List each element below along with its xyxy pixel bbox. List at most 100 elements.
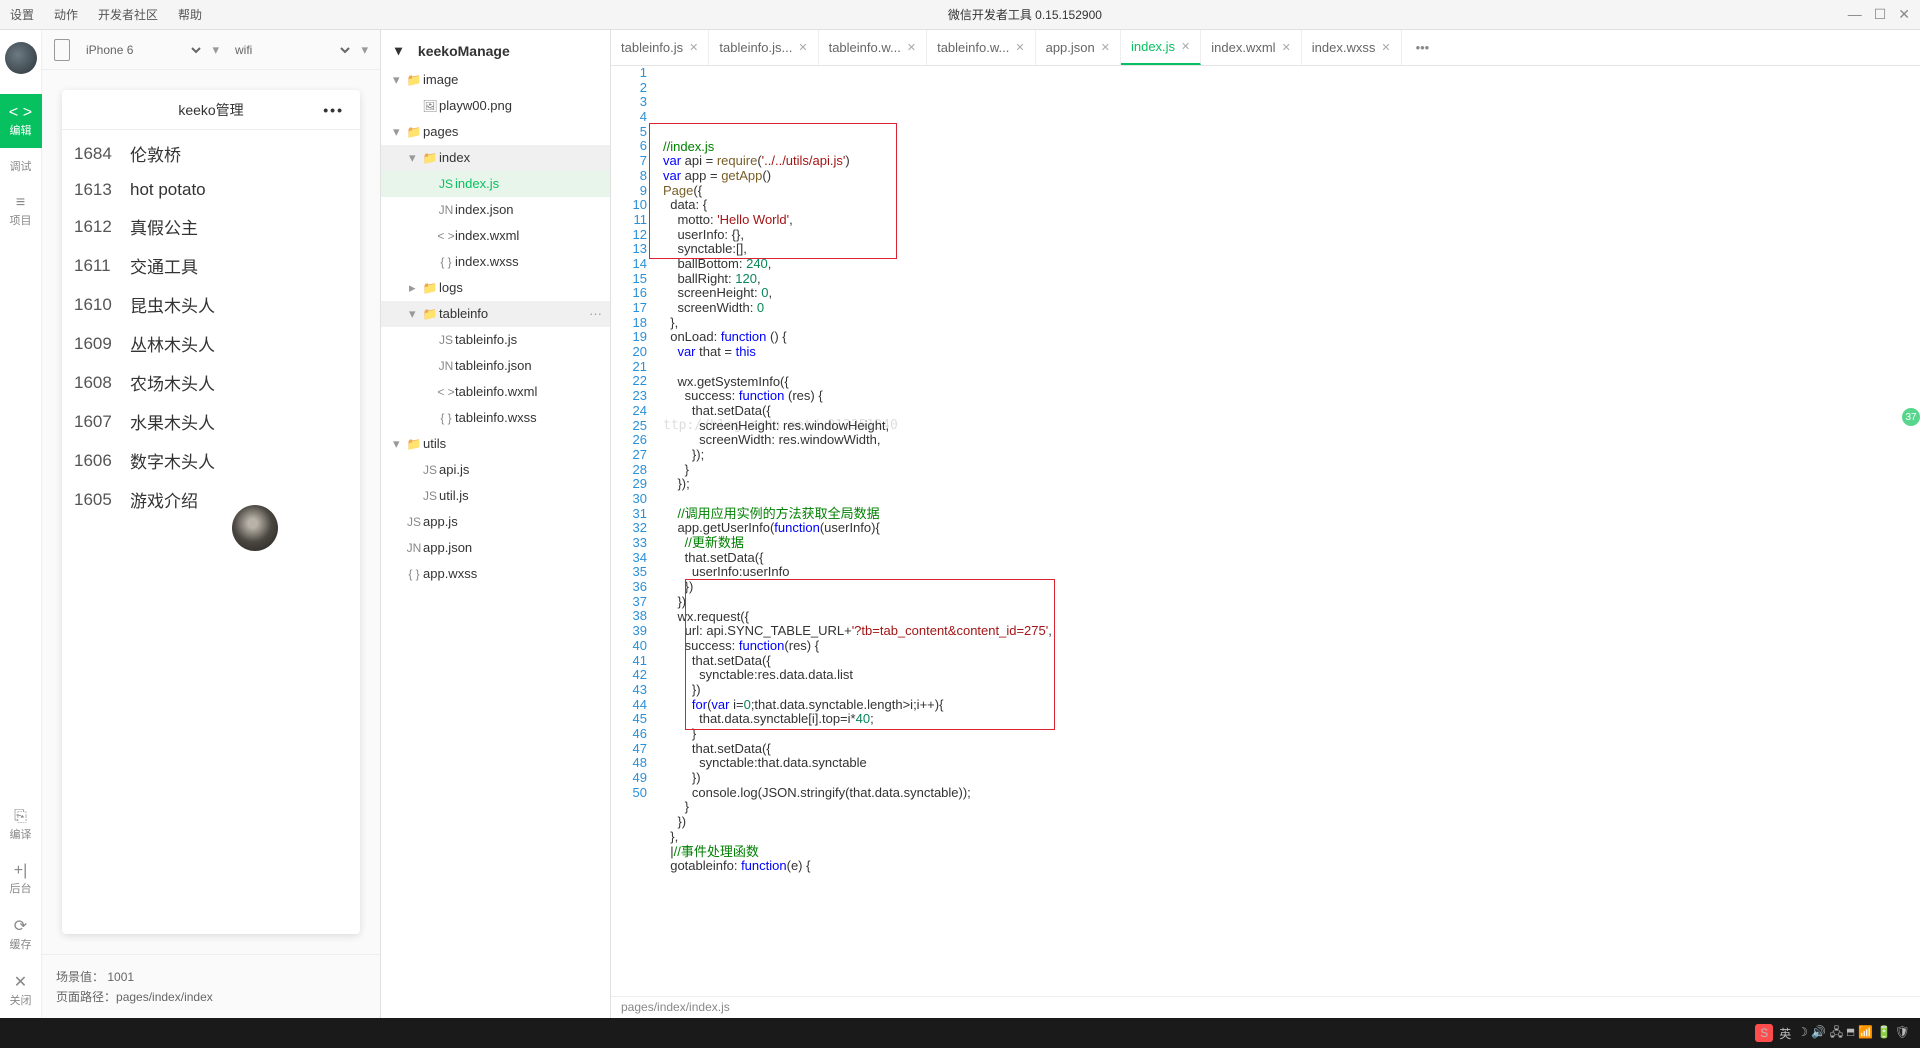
tree-node-pages[interactable]: ▾📁pages: [381, 119, 610, 145]
device-icon: [54, 39, 70, 61]
tree-node-logs[interactable]: ▸📁logs: [381, 275, 610, 301]
tree-node-api.js[interactable]: JSapi.js: [381, 457, 610, 483]
activity-调试[interactable]: 调试: [0, 148, 42, 184]
network-select[interactable]: wifi: [227, 38, 353, 62]
tree-node-app.js[interactable]: JSapp.js: [381, 509, 610, 535]
list-item[interactable]: 1613hot potato: [70, 173, 352, 207]
maximize-button[interactable]: ☐: [1874, 6, 1887, 23]
menu-bar: 设置 动作 开发者社区 帮助: [10, 6, 202, 23]
menu-item[interactable]: 动作: [54, 6, 78, 23]
menu-item[interactable]: 开发者社区: [98, 6, 158, 23]
route-value: pages/index/index: [116, 990, 213, 1004]
sim-list[interactable]: 1684伦敦桥1613hot potato1612真假公主1611交通工具161…: [62, 130, 360, 523]
tree-node-utils[interactable]: ▾📁utils: [381, 431, 610, 457]
scene-label: 场景值：: [56, 970, 104, 984]
activity-关闭[interactable]: ✕关闭: [0, 962, 42, 1018]
more-icon[interactable]: •••: [323, 102, 344, 118]
chevron-down-icon[interactable]: ▾: [395, 42, 402, 59]
close-button[interactable]: ✕: [1898, 6, 1910, 23]
tab-index.wxss[interactable]: index.wxss✕: [1302, 30, 1402, 65]
project-name: keekoManage: [418, 43, 510, 59]
activity-bar: < >编辑调试≡项目 ⎘编译+|后台⟳缓存✕关闭: [0, 30, 42, 1018]
menu-item[interactable]: 设置: [10, 6, 34, 23]
code-editor[interactable]: 1234567891011121314151617181920212223242…: [611, 66, 1920, 996]
tree-node-index.wxss[interactable]: { }index.wxss: [381, 249, 610, 275]
list-item[interactable]: 1612真假公主: [70, 207, 352, 246]
menu-item[interactable]: 帮助: [178, 6, 202, 23]
tab-app.json[interactable]: app.json✕: [1036, 30, 1121, 65]
close-icon[interactable]: ✕: [1181, 40, 1190, 53]
tree-node-app.wxss[interactable]: { }app.wxss: [381, 561, 610, 587]
tree-node-index.json[interactable]: JNindex.json: [381, 197, 610, 223]
window-title: 微信开发者工具 0.15.152900: [202, 6, 1848, 23]
tab-index.wxml[interactable]: index.wxml✕: [1201, 30, 1302, 65]
activity-编辑[interactable]: < >编辑: [0, 94, 42, 148]
sim-avatar-image: [232, 505, 278, 551]
chevron-down-icon: ▾: [212, 42, 219, 58]
title-bar: 设置 动作 开发者社区 帮助 微信开发者工具 0.15.152900 — ☐ ✕: [0, 0, 1920, 30]
sim-page-title: keeko管理: [178, 100, 243, 120]
list-item[interactable]: 1607水果木头人: [70, 402, 352, 441]
route-label: 页面路径：: [56, 990, 116, 1004]
avatar[interactable]: [5, 42, 37, 74]
close-icon[interactable]: ✕: [907, 41, 916, 54]
tree-node-tableinfo.js[interactable]: JStableinfo.js: [381, 327, 610, 353]
tree-node-index.wxml[interactable]: < >index.wxml: [381, 223, 610, 249]
editor-area: tableinfo.js✕tableinfo.js...✕tableinfo.w…: [611, 30, 1920, 1018]
notification-badge[interactable]: 37: [1902, 408, 1920, 426]
minimize-button[interactable]: —: [1848, 6, 1862, 23]
tray-icon[interactable]: 🔊: [1811, 1025, 1826, 1039]
close-icon[interactable]: ✕: [1015, 41, 1024, 54]
list-item[interactable]: 1605游戏介绍: [70, 480, 352, 519]
simulator-panel: iPhone 6 ▾ wifi ▾ keeko管理 ••• 1684伦敦桥161…: [42, 30, 381, 1018]
device-select[interactable]: iPhone 6: [78, 38, 204, 62]
activity-后台[interactable]: +|后台: [0, 852, 42, 906]
close-icon[interactable]: ✕: [1282, 41, 1291, 54]
tray-icon[interactable]: 🔋: [1876, 1025, 1891, 1039]
editor-tabs: tableinfo.js✕tableinfo.js...✕tableinfo.w…: [611, 30, 1920, 66]
list-item[interactable]: 1684伦敦桥: [70, 134, 352, 173]
tray-icon[interactable]: ☽: [1797, 1025, 1808, 1039]
simulator-frame: keeko管理 ••• 1684伦敦桥1613hot potato1612真假公…: [62, 90, 360, 934]
close-icon[interactable]: ✕: [689, 41, 698, 54]
scene-value: 1001: [107, 970, 134, 984]
tree-node-playw00.png[interactable]: 🖼playw00.png: [381, 93, 610, 119]
tree-node-tableinfo.wxss[interactable]: { }tableinfo.wxss: [381, 405, 610, 431]
list-item[interactable]: 1611交通工具: [70, 246, 352, 285]
tab-tableinfo.js[interactable]: tableinfo.js✕: [611, 30, 709, 65]
list-item[interactable]: 1606数字木头人: [70, 441, 352, 480]
tabs-overflow[interactable]: •••: [1402, 30, 1444, 65]
tree-node-tableinfo.json[interactable]: JNtableinfo.json: [381, 353, 610, 379]
tab-tableinfo.w...[interactable]: tableinfo.w...✕: [819, 30, 928, 65]
tree-node-tableinfo.wxml[interactable]: < >tableinfo.wxml: [381, 379, 610, 405]
ime-lang[interactable]: 英: [1779, 1025, 1791, 1042]
tab-index.js[interactable]: index.js✕: [1121, 30, 1201, 65]
tree-node-util.js[interactable]: JSutil.js: [381, 483, 610, 509]
tray-icon[interactable]: 📶: [1858, 1025, 1873, 1039]
tree-node-index.js[interactable]: JSindex.js: [381, 171, 610, 197]
tab-tableinfo.w...[interactable]: tableinfo.w...✕: [927, 30, 1036, 65]
tray-icon[interactable]: 🖧: [1830, 1025, 1843, 1039]
tab-tableinfo.js...[interactable]: tableinfo.js...✕: [709, 30, 818, 65]
list-item[interactable]: 1610昆虫木头人: [70, 285, 352, 324]
tray-icon[interactable]: 🛡: [1895, 1025, 1910, 1039]
close-icon[interactable]: ✕: [1101, 41, 1110, 54]
system-tray: S 英 ☽ 🔊 🖧 ⬒ 📶 🔋 🛡: [1755, 1023, 1910, 1044]
file-explorer: ▾ keekoManage ▾📁image🖼playw00.png▾📁pages…: [381, 30, 611, 1018]
close-icon[interactable]: ✕: [798, 41, 807, 54]
tree-node-tableinfo[interactable]: ▾📁tableinfo···: [381, 301, 610, 327]
list-item[interactable]: 1609丛林木头人: [70, 324, 352, 363]
os-taskbar: S 英 ☽ 🔊 🖧 ⬒ 📶 🔋 🛡: [0, 1018, 1920, 1048]
list-item[interactable]: 1608农场木头人: [70, 363, 352, 402]
tree-node-image[interactable]: ▾📁image: [381, 67, 610, 93]
activity-缓存[interactable]: ⟳缓存: [0, 906, 42, 962]
activity-项目[interactable]: ≡项目: [0, 184, 42, 238]
chevron-down-icon: ▾: [361, 42, 368, 58]
tree-node-index[interactable]: ▾📁index: [381, 145, 610, 171]
tree-node-app.json[interactable]: JNapp.json: [381, 535, 610, 561]
close-icon[interactable]: ✕: [1381, 41, 1390, 54]
tray-icon[interactable]: ⬒: [1846, 1025, 1854, 1039]
activity-编译[interactable]: ⎘编译: [0, 798, 42, 852]
breadcrumb: pages/index/index.js: [611, 996, 1920, 1018]
ime-icon[interactable]: S: [1755, 1024, 1773, 1042]
